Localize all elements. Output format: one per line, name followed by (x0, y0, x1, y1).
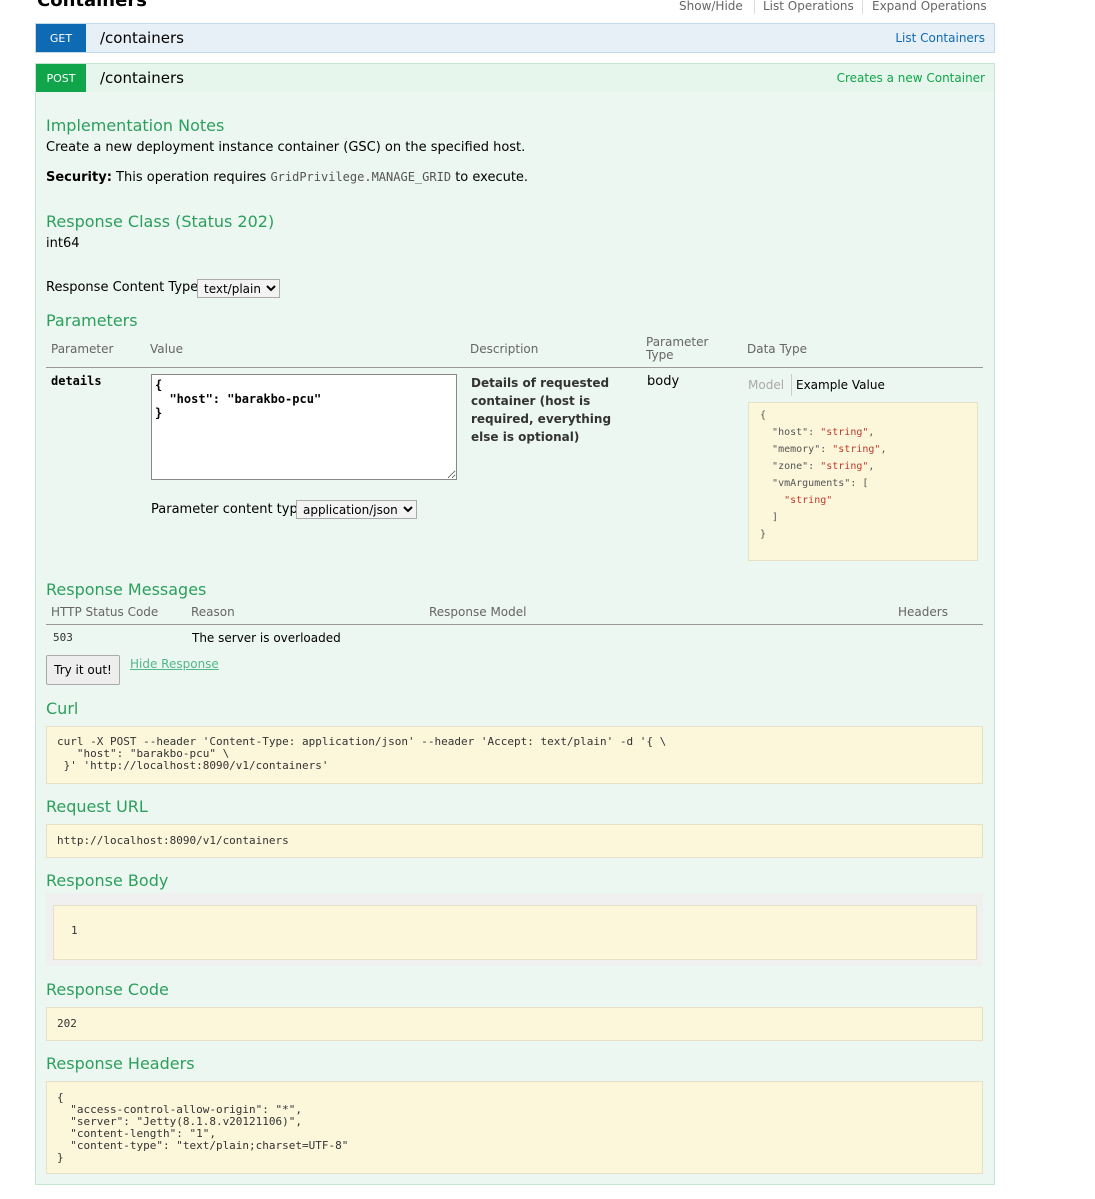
msg-reason: The server is overloaded (192, 631, 341, 645)
get-endpoint-path[interactable]: /containers (100, 24, 184, 52)
json-value: "string" (820, 461, 869, 472)
json-key-zone: "zone": (772, 461, 821, 472)
response-headers-box[interactable]: { "access-control-allow-origin": "*", "s… (46, 1081, 983, 1174)
security-pre: This operation requires (116, 170, 267, 185)
get-method-badge[interactable]: GET (36, 24, 86, 52)
post-containers-endpoint[interactable]: POST /containers Creates a new Container (35, 63, 995, 93)
param-header-rule (46, 367, 983, 368)
json-close-array: ] (772, 512, 779, 523)
param-col-type-line2: Type (646, 348, 674, 362)
model-tab[interactable]: Model (748, 378, 784, 392)
json-value: "string" (820, 427, 869, 438)
json-key-vmarguments: "vmArguments": [ (772, 478, 869, 489)
response-headers-heading: Response Headers (46, 1054, 195, 1073)
response-class-heading: Response Class (Status 202) (46, 212, 275, 231)
example-value-box[interactable]: { "host": "string", "memory": "string", … (748, 402, 978, 561)
request-url-heading: Request URL (46, 797, 148, 816)
security-post: to execute. (455, 170, 529, 185)
response-content-type-label: Response Content Type (46, 280, 199, 295)
security-note: Security: This operation requires GridPr… (46, 170, 528, 185)
post-endpoint-summary[interactable]: Creates a new Container (837, 64, 985, 92)
parameters-heading: Parameters (46, 311, 138, 330)
request-url-box[interactable]: http://localhost:8090/v1/containers (46, 824, 983, 858)
msg-col-code: HTTP Status Code (51, 605, 159, 619)
json-value: "string" (784, 495, 833, 506)
param-content-type-label: Parameter content type: (151, 502, 311, 517)
json-comma: , (880, 444, 887, 455)
post-method-badge[interactable]: POST (36, 64, 86, 92)
post-endpoint-path[interactable]: /containers (100, 64, 184, 92)
param-col-description: Description (470, 342, 539, 356)
param-content-type-select[interactable]: application/json (296, 500, 417, 519)
msg-status-code: 503 (53, 631, 73, 644)
json-value: "string" (832, 444, 881, 455)
response-messages-heading: Response Messages (46, 580, 207, 599)
param-col-type: Parameter Type (646, 336, 708, 362)
tab-separator (791, 374, 792, 396)
section-title: Containers (37, 0, 147, 11)
response-class-type: int64 (46, 236, 80, 251)
get-endpoint-summary[interactable]: List Containers (895, 24, 985, 52)
response-body-heading: Response Body (46, 871, 169, 890)
hide-response-link[interactable]: Hide Response (130, 657, 219, 671)
json-comma: , (868, 427, 875, 438)
show-hide-link[interactable]: Show/Hide (679, 0, 743, 13)
header-separator (862, 0, 863, 14)
get-containers-endpoint[interactable]: GET /containers List Containers (35, 23, 995, 53)
details-param-input[interactable]: { "host": "barakbo-pcu" } (151, 374, 457, 480)
response-body-box[interactable]: 1 (53, 905, 977, 960)
json-key-memory: "memory": (772, 444, 833, 455)
expand-operations-link[interactable]: Expand Operations (872, 0, 987, 13)
try-it-out-button[interactable]: Try it out! (46, 655, 120, 685)
param-col-value: Value (150, 342, 183, 356)
json-open-brace: { (760, 410, 767, 421)
json-comma: , (868, 461, 875, 472)
security-label: Security: (46, 170, 112, 185)
param-col-data-type: Data Type (747, 342, 808, 356)
list-operations-link[interactable]: List Operations (763, 0, 854, 13)
param-description: Details of requested container (host is … (471, 376, 612, 444)
curl-heading: Curl (46, 699, 79, 718)
msg-col-reason: Reason (191, 605, 235, 619)
header-separator (754, 0, 755, 14)
response-code-box[interactable]: 202 (46, 1007, 983, 1041)
example-value-tab[interactable]: Example Value (796, 378, 885, 392)
param-type: body (647, 374, 680, 389)
json-close-brace: } (760, 529, 767, 540)
curl-command-box[interactable]: curl -X POST --header 'Content-Type: app… (46, 726, 983, 784)
security-privilege-code: GridPrivilege.MANAGE_GRID (270, 170, 452, 184)
param-col-parameter: Parameter (51, 342, 114, 356)
implementation-notes-heading: Implementation Notes (46, 116, 225, 135)
implementation-notes-text: Create a new deployment instance contain… (46, 140, 526, 155)
msg-col-headers: Headers (898, 605, 948, 619)
msg-col-model: Response Model (429, 605, 527, 619)
response-code-heading: Response Code (46, 980, 169, 999)
json-key-host: "host": (772, 427, 821, 438)
response-content-type-select[interactable]: text/plain (197, 279, 280, 298)
param-name: details (51, 374, 102, 388)
msg-header-rule (46, 624, 983, 625)
